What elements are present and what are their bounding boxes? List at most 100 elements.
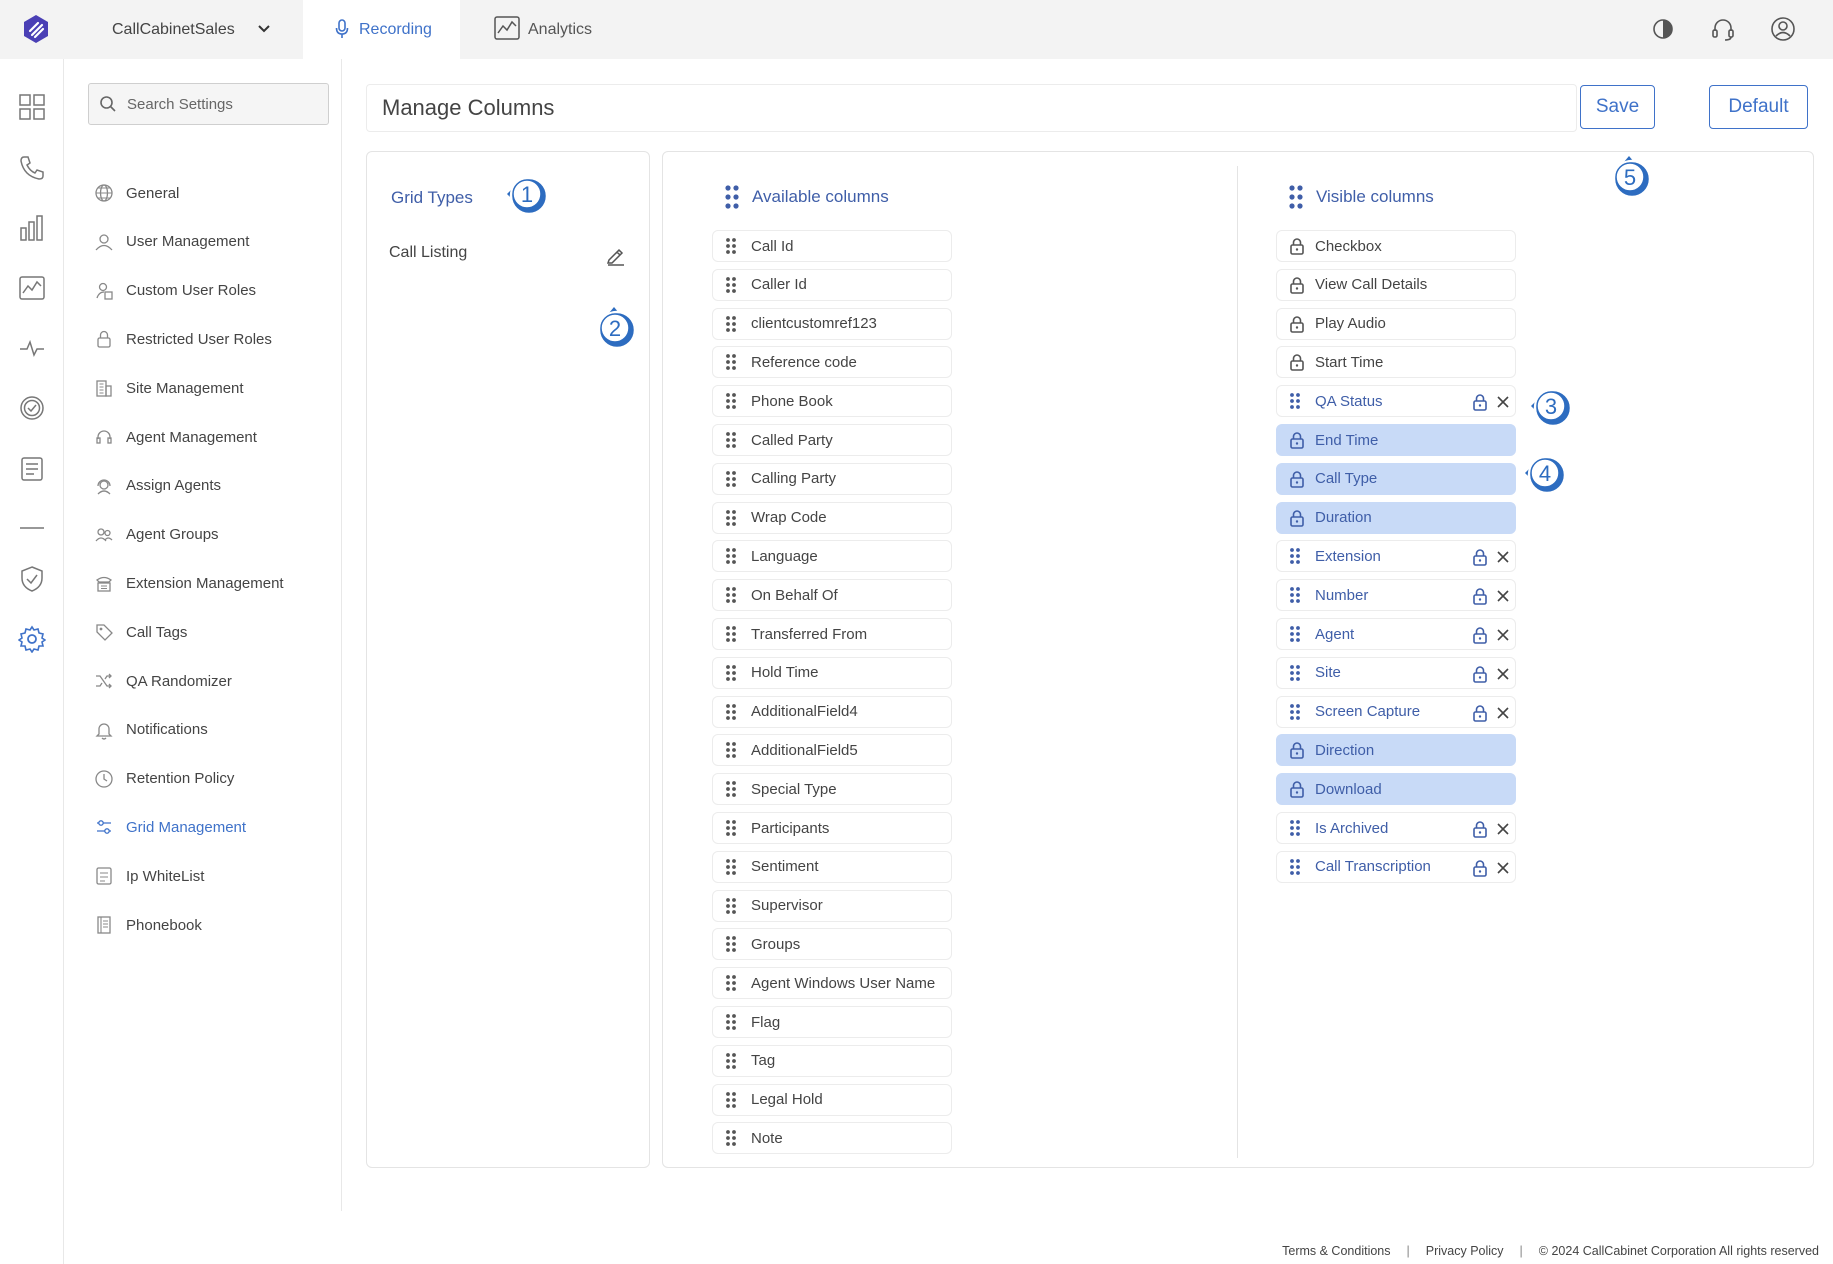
available-column-item[interactable]: Transferred From bbox=[712, 618, 952, 650]
drag-handle-icon[interactable] bbox=[725, 353, 737, 371]
nav-item-user-management[interactable]: User Management bbox=[94, 230, 249, 254]
bar-chart-icon[interactable] bbox=[18, 214, 46, 242]
settings-gear-icon[interactable] bbox=[18, 625, 46, 653]
lock-icon[interactable] bbox=[1472, 626, 1488, 644]
nav-item-extension-management[interactable]: Extension Management bbox=[94, 571, 284, 595]
drag-handle-icon[interactable] bbox=[725, 1052, 737, 1070]
close-icon[interactable] bbox=[1496, 822, 1510, 836]
drag-handle-icon[interactable] bbox=[725, 392, 737, 410]
drag-handle-icon[interactable] bbox=[1289, 392, 1301, 410]
lock-icon[interactable] bbox=[1472, 704, 1488, 722]
close-icon[interactable] bbox=[1496, 667, 1510, 681]
available-column-item[interactable]: Hold Time bbox=[712, 656, 952, 689]
available-column-item[interactable]: Language bbox=[712, 540, 952, 573]
shield-check-icon[interactable] bbox=[18, 565, 46, 593]
visible-column-item[interactable]: QA Status bbox=[1276, 385, 1516, 418]
close-icon[interactable] bbox=[1496, 628, 1510, 642]
visible-column-item[interactable]: Download bbox=[1276, 773, 1516, 806]
drag-handle-icon[interactable] bbox=[1289, 664, 1301, 682]
callcabinet-logo-icon[interactable] bbox=[21, 14, 51, 44]
close-icon[interactable] bbox=[1496, 550, 1510, 564]
visible-column-item[interactable]: Play Audio bbox=[1276, 307, 1516, 340]
available-column-item[interactable]: AdditionalField4 bbox=[712, 695, 952, 728]
close-icon[interactable] bbox=[1496, 706, 1510, 720]
edit-pencil-icon[interactable] bbox=[605, 244, 627, 266]
available-column-item[interactable]: Note bbox=[712, 1122, 952, 1155]
available-column-item[interactable]: Sentiment bbox=[712, 850, 952, 883]
available-column-item[interactable]: Call Id bbox=[712, 230, 952, 262]
available-column-item[interactable]: Supervisor bbox=[712, 889, 952, 922]
drag-handle-icon[interactable] bbox=[725, 1013, 737, 1031]
drag-handle-icon[interactable] bbox=[1289, 586, 1301, 604]
visible-column-item[interactable]: Screen Capture bbox=[1276, 695, 1516, 728]
drag-handle-icon[interactable] bbox=[1289, 819, 1301, 837]
dashboard-icon[interactable] bbox=[18, 93, 46, 121]
tab-analytics[interactable]: Analytics bbox=[494, 0, 592, 59]
drag-handle-icon[interactable] bbox=[725, 741, 737, 759]
visible-column-item[interactable]: Call Transcription bbox=[1276, 850, 1516, 883]
available-column-item[interactable]: Special Type bbox=[712, 773, 952, 806]
account-selector[interactable]: CallCabinetSales bbox=[112, 0, 270, 59]
nav-item-general[interactable]: General bbox=[94, 181, 179, 205]
drag-handle-icon[interactable] bbox=[725, 664, 737, 682]
visible-column-item[interactable]: Is Archived bbox=[1276, 812, 1516, 844]
available-column-item[interactable]: Wrap Code bbox=[712, 501, 952, 534]
nav-item-agent-groups[interactable]: Agent Groups bbox=[94, 523, 219, 547]
available-column-item[interactable]: On Behalf Of bbox=[712, 579, 952, 612]
nav-item-notifications[interactable]: Notifications bbox=[94, 718, 208, 742]
visible-column-item[interactable]: End Time bbox=[1276, 424, 1516, 456]
visible-column-item[interactable]: Duration bbox=[1276, 501, 1516, 534]
drag-handle-icon[interactable] bbox=[725, 780, 737, 798]
nav-item-restricted-user-roles[interactable]: Restricted User Roles bbox=[94, 327, 272, 351]
drag-handle-icon[interactable] bbox=[725, 974, 737, 992]
clipboard-list-icon[interactable] bbox=[18, 454, 46, 482]
drag-handle-icon[interactable] bbox=[725, 625, 737, 643]
available-column-item[interactable]: AdditionalField5 bbox=[712, 734, 952, 767]
drag-handle-icon[interactable] bbox=[725, 431, 737, 449]
visible-column-item[interactable]: Call Type bbox=[1276, 462, 1516, 495]
support-headset-icon[interactable] bbox=[1710, 16, 1736, 42]
pulse-icon[interactable] bbox=[18, 334, 46, 362]
nav-item-retention-policy[interactable]: Retention Policy bbox=[94, 767, 234, 791]
drag-handle-icon[interactable] bbox=[725, 509, 737, 527]
close-icon[interactable] bbox=[1496, 589, 1510, 603]
check-circle-icon[interactable] bbox=[18, 394, 46, 422]
drag-handle-icon[interactable] bbox=[1289, 858, 1301, 876]
visible-column-item[interactable]: Extension bbox=[1276, 540, 1516, 573]
privacy-link[interactable]: Privacy Policy bbox=[1426, 1244, 1504, 1258]
nav-item-call-tags[interactable]: Call Tags bbox=[94, 620, 187, 644]
lock-icon[interactable] bbox=[1472, 393, 1488, 411]
lock-icon[interactable] bbox=[1472, 548, 1488, 567]
drag-handle-icon[interactable] bbox=[1289, 625, 1301, 643]
nav-item-ip-whitelist[interactable]: Ip WhiteList bbox=[94, 864, 204, 888]
nav-item-agent-management[interactable]: Agent Management bbox=[94, 425, 257, 449]
lock-icon[interactable] bbox=[1472, 859, 1488, 877]
tab-recording[interactable]: Recording bbox=[303, 0, 460, 59]
search-box[interactable] bbox=[88, 83, 329, 125]
available-column-item[interactable]: Tag bbox=[712, 1044, 952, 1077]
drag-handle-icon[interactable] bbox=[725, 470, 737, 488]
available-column-item[interactable]: Agent Windows User Name bbox=[712, 967, 952, 1000]
drag-handle-icon[interactable] bbox=[1289, 547, 1301, 565]
drag-handle-icon[interactable] bbox=[725, 1129, 737, 1147]
drag-handle-icon[interactable] bbox=[725, 315, 737, 333]
visible-column-item[interactable]: Site bbox=[1276, 656, 1516, 689]
visible-column-item[interactable]: Direction bbox=[1276, 734, 1516, 767]
drag-handle-icon[interactable] bbox=[725, 935, 737, 953]
drag-handle-icon[interactable] bbox=[725, 858, 737, 876]
line-chart-icon[interactable] bbox=[18, 274, 46, 302]
visible-column-item[interactable]: Checkbox bbox=[1276, 230, 1516, 262]
available-column-item[interactable]: Flag bbox=[712, 1006, 952, 1038]
user-profile-icon[interactable] bbox=[1770, 16, 1796, 42]
available-column-item[interactable]: Called Party bbox=[712, 424, 952, 456]
search-input[interactable] bbox=[127, 95, 317, 113]
close-icon[interactable] bbox=[1496, 395, 1510, 409]
lock-icon[interactable] bbox=[1472, 820, 1488, 838]
default-button[interactable]: Default bbox=[1709, 85, 1808, 129]
phone-icon[interactable] bbox=[18, 154, 46, 182]
nav-item-site-management[interactable]: Site Management bbox=[94, 376, 244, 400]
nav-item-grid-management[interactable]: Grid Management bbox=[94, 815, 246, 839]
available-column-item[interactable]: Participants bbox=[712, 812, 952, 844]
available-column-item[interactable]: Legal Hold bbox=[712, 1083, 952, 1116]
grid-type-call-listing[interactable]: Call Listing bbox=[389, 244, 467, 262]
